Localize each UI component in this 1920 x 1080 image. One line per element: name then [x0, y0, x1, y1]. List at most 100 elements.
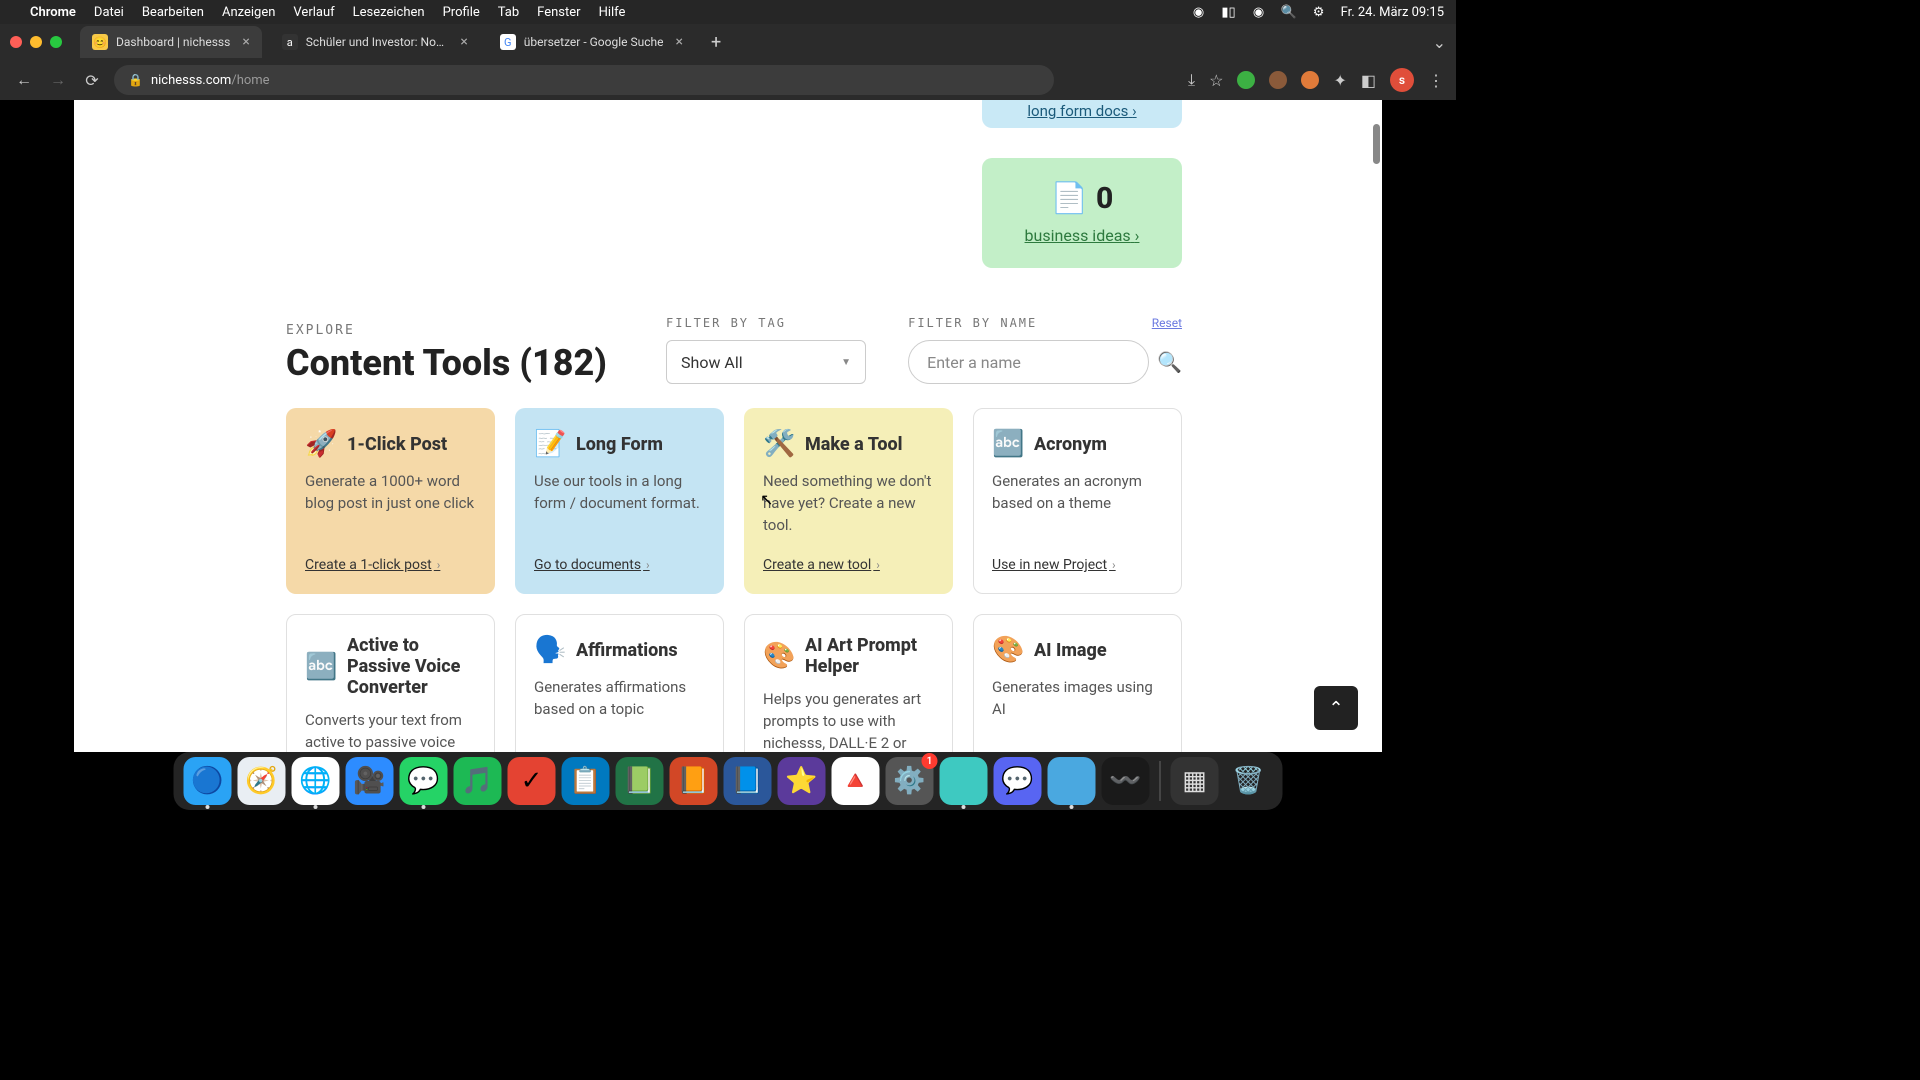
tool-card-icon: 🎨	[763, 641, 795, 671]
menubar-item[interactable]: Lesezeichen	[353, 5, 425, 20]
new-tab-button[interactable]: +	[703, 32, 729, 53]
menubar-app[interactable]: Chrome	[30, 5, 76, 20]
chevron-right-icon: ›	[873, 558, 880, 572]
close-tab-icon[interactable]: ×	[675, 34, 682, 50]
dock-app-word[interactable]: 📘	[724, 757, 772, 805]
browser-chrome: 😊 Dashboard | nichesss × a Schüler und I…	[0, 24, 1456, 100]
tool-card[interactable]: 📝 Long Form Use our tools in a long form…	[515, 408, 724, 594]
tool-card[interactable]: 🛠️ Make a Tool Need something we don't h…	[744, 408, 953, 594]
dock-app-trash[interactable]: 🗑️	[1225, 757, 1273, 805]
extension-icon[interactable]	[1269, 71, 1287, 89]
tool-card-description: Use our tools in a long form / document …	[534, 471, 705, 543]
filter-name-input[interactable]	[908, 340, 1149, 384]
extension-icon[interactable]	[1237, 71, 1255, 89]
scrollbar-thumb[interactable]	[1373, 124, 1380, 164]
maximize-window[interactable]	[50, 36, 62, 48]
tool-card[interactable]: 🔤 Active to Passive Voice Converter Conv…	[286, 614, 495, 752]
menubar-datetime[interactable]: Fr. 24. März 09:15	[1341, 5, 1444, 20]
reload-button[interactable]: ⟳	[80, 71, 104, 90]
tool-card[interactable]: 🔤 Acronym Generates an acronym based on …	[973, 408, 1182, 594]
close-window[interactable]	[10, 36, 22, 48]
dock-app-trello[interactable]: 📋	[562, 757, 610, 805]
dock-app-safari[interactable]: 🧭	[238, 757, 286, 805]
minimize-window[interactable]	[30, 36, 42, 48]
record-icon[interactable]: ◉	[1191, 4, 1207, 20]
tool-card[interactable]: 🎨 AI Image Generates images using AI	[973, 614, 1182, 752]
favicon-icon: 😊	[92, 34, 108, 50]
filter-tag-select[interactable]: Show All ▼	[666, 340, 866, 384]
dock-app-whatsapp[interactable]: 💬	[400, 757, 448, 805]
search-button[interactable]: 🔍	[1157, 350, 1182, 374]
tabs-dropdown-icon[interactable]: ⌄	[1433, 33, 1446, 52]
tool-card-description: Converts your text from active to passiv…	[305, 710, 476, 752]
extension-icon[interactable]	[1301, 71, 1319, 89]
tool-card-description: Generates affirmations based on a topic	[534, 677, 705, 752]
tool-card-title: Make a Tool	[805, 434, 902, 455]
menubar-item[interactable]: Bearbeiten	[142, 5, 204, 20]
star-icon[interactable]: ☆	[1209, 71, 1223, 90]
profile-avatar[interactable]: s	[1390, 68, 1414, 92]
dock-app-discord[interactable]: 💬	[994, 757, 1042, 805]
battery-icon[interactable]: ▮▯	[1221, 4, 1237, 20]
reset-link[interactable]: Reset	[1152, 316, 1182, 330]
menubar-item[interactable]: Datei	[94, 5, 124, 20]
back-button[interactable]: ←	[12, 70, 36, 90]
dock-app-excel[interactable]: 📗	[616, 757, 664, 805]
dock-app-app-teal[interactable]	[940, 757, 988, 805]
dock-app-settings[interactable]: ⚙️1	[886, 757, 934, 805]
tool-card-link[interactable]: Use in new Project ›	[992, 557, 1163, 573]
tool-card-icon: 🔤	[992, 429, 1024, 459]
favicon-icon: a	[282, 34, 298, 50]
dock-app-spotify[interactable]: 🎵	[454, 757, 502, 805]
dock-app-powerpoint[interactable]: 📙	[670, 757, 718, 805]
install-icon[interactable]: ⤓	[1188, 70, 1195, 90]
dock-app-launchpad[interactable]: ▦	[1171, 757, 1219, 805]
close-tab-icon[interactable]: ×	[242, 34, 249, 50]
sidepanel-icon[interactable]: ◧	[1361, 71, 1376, 90]
dock-app-zoom[interactable]: 🎥	[346, 757, 394, 805]
chevron-right-icon: ›	[1132, 102, 1137, 120]
menubar-item[interactable]: Tab	[498, 5, 519, 20]
search-icon[interactable]: 🔍	[1281, 4, 1297, 20]
dock-app-chrome[interactable]: 🌐	[292, 757, 340, 805]
chevron-down-icon: ▼	[841, 357, 851, 368]
dock-app-finder[interactable]: 🔵	[184, 757, 232, 805]
dock-app-drive[interactable]: 🔺	[832, 757, 880, 805]
forward-button[interactable]: →	[46, 70, 70, 90]
menubar-item[interactable]: Anzeigen	[222, 5, 275, 20]
dock-app-app-blue[interactable]	[1048, 757, 1096, 805]
business-ideas-link[interactable]: business ideas ›	[1025, 226, 1140, 245]
tab[interactable]: G übersetzer - Google Suche ×	[488, 26, 695, 58]
filter-tag-label: FILTER BY TAG	[666, 316, 866, 330]
menubar-item[interactable]: Fenster	[537, 5, 580, 20]
close-tab-icon[interactable]: ×	[460, 34, 467, 50]
tool-card-description: Need something we don't have yet? Create…	[763, 471, 934, 543]
kebab-menu-icon[interactable]: ⋮	[1428, 71, 1444, 90]
tool-card-description: Generate a 1000+ word blog post in just …	[305, 471, 476, 543]
tool-card-icon: 🗣️	[534, 635, 566, 665]
tool-card-link[interactable]: Create a new tool ›	[763, 557, 934, 573]
tab[interactable]: a Schüler und Investor: Noah au ×	[270, 26, 480, 58]
menubar-item[interactable]: Hilfe	[599, 5, 626, 20]
business-ideas-card[interactable]: 📄 0 business ideas ›	[982, 158, 1182, 268]
long-form-docs-card[interactable]: long form docs ›	[982, 100, 1182, 128]
tool-card[interactable]: 🎨 AI Art Prompt Helper Helps you generat…	[744, 614, 953, 752]
control-center-icon[interactable]: ⚙	[1311, 4, 1327, 20]
filter-name-label: FILTER BY NAME	[908, 316, 1037, 330]
wifi-icon[interactable]: ◉	[1251, 4, 1267, 20]
scroll-to-top-button[interactable]: ⌃	[1314, 686, 1358, 730]
tool-card[interactable]: 🚀 1-Click Post Generate a 1000+ word blo…	[286, 408, 495, 594]
dock-app-todoist[interactable]: ✓	[508, 757, 556, 805]
menubar-item[interactable]: Profile	[443, 5, 480, 20]
address-bar[interactable]: 🔒 nichesss.com/home	[114, 65, 1054, 95]
content-area: EXPLORE Content Tools (182) FILTER BY TA…	[286, 316, 1182, 752]
dock-app-voice-memos[interactable]: 〰️	[1102, 757, 1150, 805]
tool-card-link[interactable]: Go to documents ›	[534, 557, 705, 573]
dock-app-imovie[interactable]: ⭐	[778, 757, 826, 805]
tool-card-link[interactable]: Create a 1-click post ›	[305, 557, 476, 573]
extensions-puzzle-icon[interactable]: ✦	[1333, 71, 1346, 90]
long-form-docs-link[interactable]: long form docs ›	[1027, 102, 1136, 120]
tool-card[interactable]: 🗣️ Affirmations Generates affirmations b…	[515, 614, 724, 752]
menubar-item[interactable]: Verlauf	[293, 5, 334, 20]
tab-active[interactable]: 😊 Dashboard | nichesss ×	[80, 26, 262, 58]
